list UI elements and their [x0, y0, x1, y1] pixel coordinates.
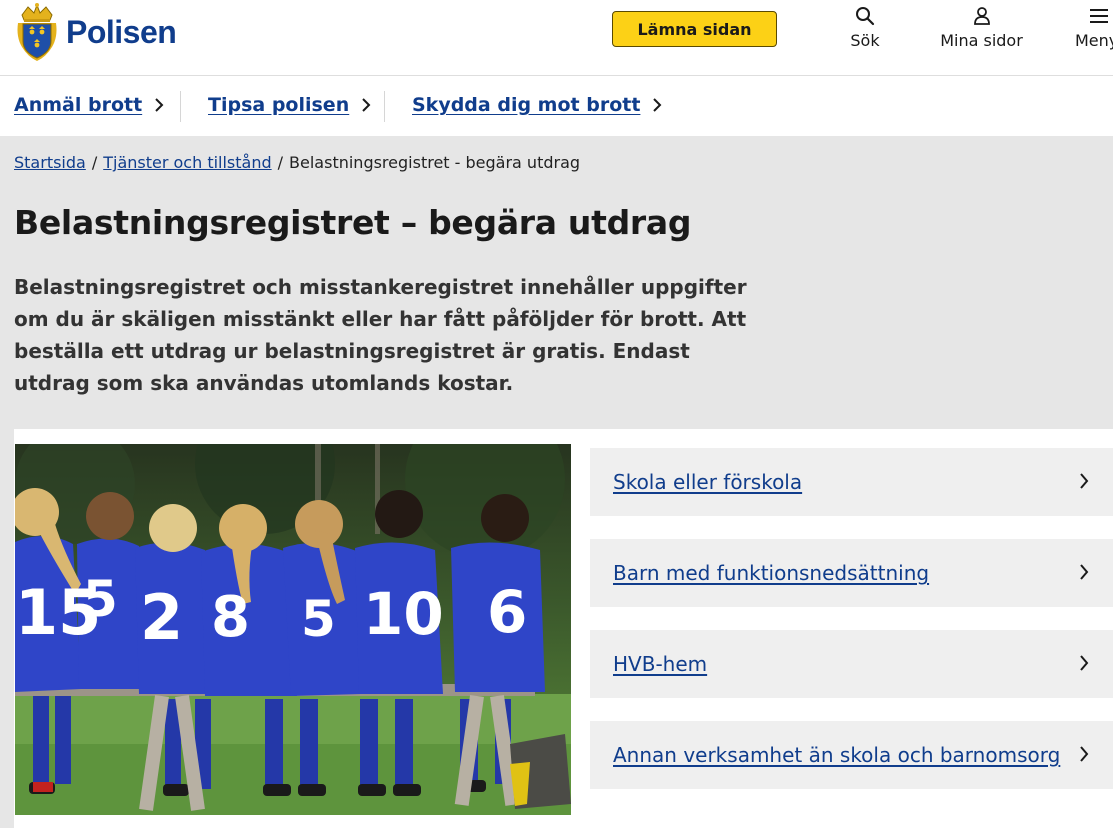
chevron-right-icon	[361, 97, 371, 113]
breadcrumb-current: Belastningsregistret - begära utdrag	[289, 153, 581, 172]
card-label: HVB-hem	[613, 652, 708, 676]
service-link-tip-police[interactable]: Tipsa polisen	[208, 94, 371, 116]
jersey-number: 10	[363, 580, 444, 648]
jersey-number: 5	[301, 590, 336, 648]
jersey-number: 2	[140, 581, 183, 654]
search-icon	[856, 7, 875, 26]
jersey-number: 6	[487, 578, 527, 646]
breadcrumb-link-services[interactable]: Tjänster och tillstånd	[103, 153, 271, 172]
breadcrumb-separator: /	[91, 153, 98, 172]
card-other-activity[interactable]: Annan verksamhet än skola och barnomsorg	[590, 721, 1113, 789]
children-football-team-photo: 15 5 2 8 5 10 6	[15, 444, 571, 815]
service-link-report-crime[interactable]: Anmäl brott	[14, 94, 164, 116]
chevron-right-icon	[1080, 564, 1089, 580]
breadcrumb-link-home[interactable]: Startsida	[14, 153, 86, 172]
coat-of-arms-icon	[17, 3, 57, 61]
search-button[interactable]: Sök	[848, 4, 882, 50]
service-link-protect-yourself[interactable]: Skydda dig mot brott	[412, 94, 662, 116]
my-pages-button[interactable]: Mina sidor	[935, 4, 1028, 50]
menu-button[interactable]: Meny	[1075, 4, 1113, 50]
service-link-label: Anmäl brott	[14, 94, 143, 116]
card-children-with-disability[interactable]: Barn med funktionsnedsättning	[590, 539, 1113, 607]
menu-label: Meny	[1075, 31, 1113, 50]
divider	[180, 91, 181, 122]
chevron-right-icon	[652, 97, 662, 113]
service-link-label: Skydda dig mot brott	[412, 94, 641, 116]
card-school-preschool[interactable]: Skola eller förskola	[590, 448, 1113, 516]
card-label: Skola eller förskola	[613, 470, 803, 494]
leave-page-button[interactable]: Lämna sidan	[612, 11, 777, 47]
logo-text: Polisen	[66, 13, 177, 50]
chevron-right-icon	[1080, 473, 1089, 489]
jersey-number: 5	[83, 570, 118, 628]
chevron-right-icon	[1080, 655, 1089, 671]
my-pages-label: Mina sidor	[940, 31, 1023, 50]
site-header: Polisen Lämna sidan Sök Mina sidor Men	[0, 0, 1113, 76]
chevron-right-icon	[1080, 746, 1089, 762]
polisen-logo[interactable]: Polisen	[14, 0, 177, 64]
breadcrumb: Startsida / Tjänster och tillstånd / Belastn…	[14, 153, 580, 172]
search-label: Sök	[850, 31, 880, 50]
hamburger-icon	[1090, 9, 1108, 23]
card-label: Barn med funktionsnedsättning	[613, 561, 930, 585]
service-navigation: Anmäl brott Tipsa polisen Skydda dig mot…	[0, 76, 1113, 136]
card-hvb-home[interactable]: HVB-hem	[590, 630, 1113, 698]
breadcrumb-separator: /	[277, 153, 284, 172]
content-panel: 15 5 2 8 5 10 6 Skola eller förskola Bar…	[14, 429, 1113, 828]
lead-paragraph: Belastningsregistret och misstankeregist…	[14, 275, 747, 395]
user-icon	[973, 7, 990, 25]
jersey-number: 8	[211, 585, 250, 650]
page-title: Belastningsregistret – begära utdrag	[14, 203, 692, 242]
chevron-right-icon	[154, 97, 164, 113]
card-label: Annan verksamhet än skola och barnomsorg	[613, 743, 1061, 767]
service-link-label: Tipsa polisen	[208, 94, 350, 116]
divider	[384, 91, 385, 122]
